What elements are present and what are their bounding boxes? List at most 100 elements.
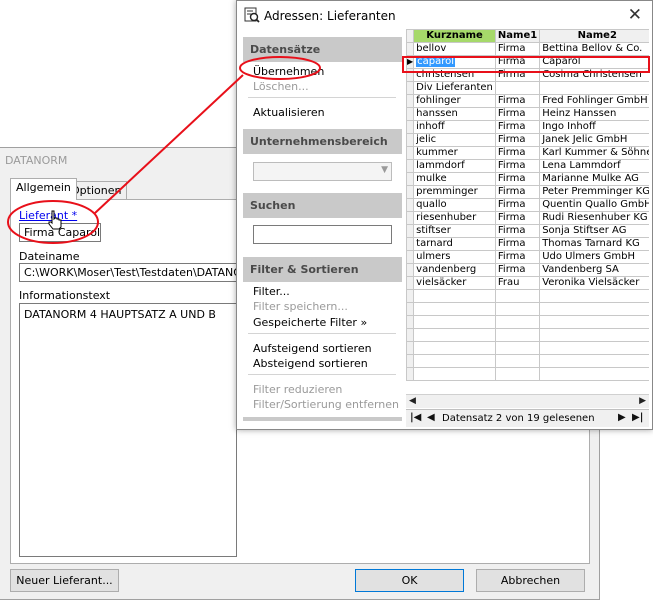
cell-name2[interactable]: Janek Jelic GmbH	[539, 133, 649, 147]
cell-name1[interactable]: Firma	[494, 263, 541, 277]
table-row[interactable]: inhoff Firma Ingo Inhoff	[406, 120, 649, 134]
cell-kurzname[interactable]: mulke	[413, 172, 496, 186]
scroll-left-icon[interactable]: ◀	[409, 396, 416, 406]
row-indicator[interactable]	[406, 172, 415, 186]
cell-kurzname[interactable]: inhoff	[413, 120, 496, 134]
cell-name1[interactable]: Firma	[494, 185, 541, 199]
table-row[interactable]: ▶ caparol Firma Caparol	[406, 55, 649, 69]
cell-kurzname[interactable]: tarnard	[413, 237, 496, 251]
column-header-name2[interactable]: Name2	[539, 29, 649, 43]
cell-name2[interactable]: Peter Premminger KG	[539, 185, 649, 199]
row-indicator[interactable]	[406, 133, 415, 147]
cell-name1[interactable]: Firma	[494, 237, 541, 251]
unternehmensbereich-select[interactable]: ▼	[253, 162, 392, 181]
table-row[interactable]: hanssen Firma Heinz Hanssen	[406, 107, 649, 121]
cell-name2[interactable]: Thomas Tarnard KG	[539, 237, 649, 251]
cell-name2[interactable]: Karl Kummer & Söhne	[539, 146, 649, 160]
cancel-button[interactable]: Abbrechen	[476, 569, 585, 592]
cell-kurzname[interactable]: hanssen	[413, 107, 496, 121]
cell-name2[interactable]: Lena Lammdorf	[539, 159, 649, 173]
cell-name2[interactable]: Cosima Christensen	[539, 68, 649, 82]
cell-kurzname[interactable]: riesenhuber	[413, 211, 496, 225]
row-indicator[interactable]	[406, 263, 415, 277]
cell-name1[interactable]: Firma	[494, 94, 541, 108]
filter-remove-link[interactable]: Filter/Sortierung entfernen	[253, 398, 399, 411]
sort-descending-link[interactable]: Absteigend sortieren	[253, 357, 368, 370]
table-row[interactable]: fohlinger Firma Fred Fohlinger GmbH	[406, 94, 649, 108]
table-row[interactable]: stiftser Firma Sonja Stiftser AG	[406, 224, 649, 238]
search-input[interactable]	[253, 225, 392, 244]
column-header-kurzname[interactable]: Kurzname	[413, 29, 496, 43]
cell-kurzname[interactable]: fohlinger	[413, 94, 496, 108]
cell-name2[interactable]: Quentin Quallo GmbH	[539, 198, 649, 212]
cell-kurzname[interactable]: vielsäcker	[413, 276, 496, 290]
cell-kurzname[interactable]: quallo	[413, 198, 496, 212]
cell-kurzname[interactable]: stiftser	[413, 224, 496, 238]
informationstext-area[interactable]: DATANORM 4 HAUPTSATZ A UND B	[19, 303, 237, 557]
close-icon[interactable]: ✕	[628, 5, 642, 25]
cell-name2[interactable]	[539, 81, 649, 95]
table-row[interactable]: christensen Firma Cosima Christensen	[406, 68, 649, 82]
table-row[interactable]: bellov Firma Bettina Bellov & Co.	[406, 42, 649, 56]
cell-kurzname[interactable]: ulmers	[413, 250, 496, 264]
prev-record-icon[interactable]: ◀	[427, 412, 435, 423]
tab-allgemein[interactable]: Allgemein	[10, 178, 77, 200]
row-indicator[interactable]	[406, 42, 415, 56]
row-indicator[interactable]	[406, 211, 415, 225]
cell-name1[interactable]: Firma	[494, 68, 541, 82]
uebernehmen-link[interactable]: Übernehmen	[253, 65, 324, 78]
cell-name2[interactable]: Sonja Stiftser AG	[539, 224, 649, 238]
new-supplier-button[interactable]: Neuer Lieferant...	[10, 569, 119, 592]
current-row-arrow-icon[interactable]: ▶	[406, 55, 415, 69]
last-record-icon[interactable]: ▶|	[632, 412, 643, 423]
row-indicator[interactable]	[406, 224, 415, 238]
cell-kurzname[interactable]: bellov	[413, 42, 496, 56]
cell-name1[interactable]: Firma	[494, 172, 541, 186]
cell-kurzname[interactable]: jelic	[413, 133, 496, 147]
horizontal-scrollbar[interactable]: ◀ ▶	[406, 394, 649, 408]
saved-filters-link[interactable]: Gespeicherte Filter »	[253, 316, 367, 329]
table-row[interactable]: jelic Firma Janek Jelic GmbH	[406, 133, 649, 147]
cell-name1[interactable]: Firma	[494, 159, 541, 173]
first-record-icon[interactable]: |◀	[410, 412, 421, 423]
row-indicator[interactable]	[406, 237, 415, 251]
cell-name1[interactable]: Firma	[494, 250, 541, 264]
table-row[interactable]: lammdorf Firma Lena Lammdorf	[406, 159, 649, 173]
filter-link[interactable]: Filter...	[253, 285, 290, 298]
cell-kurzname[interactable]: vandenberg	[413, 263, 496, 277]
cell-name2[interactable]: Udo Ulmers GmbH	[539, 250, 649, 264]
cell-name2[interactable]: Vandenberg SA	[539, 263, 649, 277]
cell-name2[interactable]: Veronika Vielsäcker	[539, 276, 649, 290]
row-indicator[interactable]	[406, 250, 415, 264]
cell-name1[interactable]: Firma	[494, 55, 541, 69]
cell-kurzname[interactable]: caparol	[413, 55, 496, 69]
cell-name2[interactable]: Bettina Bellov & Co.	[539, 42, 649, 56]
row-indicator[interactable]	[406, 146, 415, 160]
row-indicator[interactable]	[406, 68, 415, 82]
loeschen-link[interactable]: Löschen...	[253, 80, 309, 93]
cell-name1[interactable]: Firma	[494, 198, 541, 212]
cell-name1[interactable]: Firma	[494, 107, 541, 121]
cell-name1[interactable]: Firma	[494, 224, 541, 238]
cell-kurzname[interactable]: premminger	[413, 185, 496, 199]
cell-name1[interactable]	[494, 81, 541, 95]
table-row[interactable]: ulmers Firma Udo Ulmers GmbH	[406, 250, 649, 264]
aktualisieren-link[interactable]: Aktualisieren	[253, 106, 325, 119]
cell-name2[interactable]: Fred Fohlinger GmbH	[539, 94, 649, 108]
row-indicator[interactable]	[406, 107, 415, 121]
table-row[interactable]: Div Lieferanten	[406, 81, 649, 95]
cell-name2[interactable]: Heinz Hanssen	[539, 107, 649, 121]
sort-ascending-link[interactable]: Aufsteigend sortieren	[253, 342, 372, 355]
row-indicator[interactable]	[406, 276, 415, 290]
cell-kurzname[interactable]: christensen	[413, 68, 496, 82]
cell-name2[interactable]: Ingo Inhoff	[539, 120, 649, 134]
filter-save-link[interactable]: Filter speichern...	[253, 300, 348, 313]
scroll-right-icon[interactable]: ▶	[639, 396, 646, 406]
row-indicator[interactable]	[406, 81, 415, 95]
cell-name1[interactable]: Firma	[494, 42, 541, 56]
row-indicator[interactable]	[406, 159, 415, 173]
cell-name1[interactable]: Firma	[494, 133, 541, 147]
cell-name1[interactable]: Firma	[494, 120, 541, 134]
table-row[interactable]: mulke Firma Marianne Mulke AG	[406, 172, 649, 186]
row-indicator[interactable]	[406, 120, 415, 134]
